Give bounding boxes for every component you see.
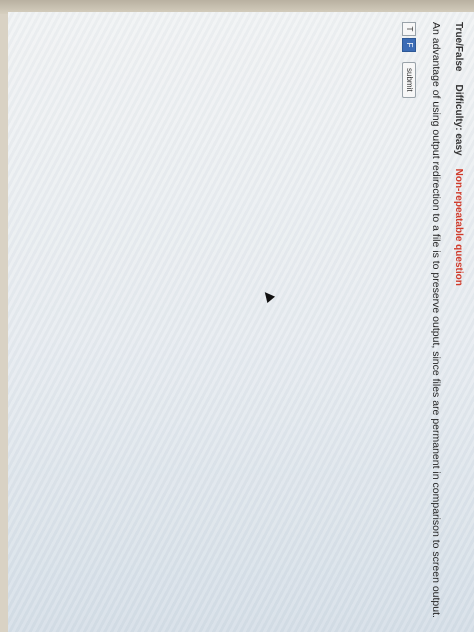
question-type: True/False <box>453 22 464 72</box>
quiz-screen: True/False Difficulty: easy Non-repeatab… <box>8 12 474 632</box>
question-meta: True/False Difficulty: easy Non-repeatab… <box>453 22 464 622</box>
false-option[interactable]: F <box>402 38 416 52</box>
non-repeatable-label: Non-repeatable question <box>453 168 464 286</box>
question-text: An advantage of using output redirection… <box>430 22 442 618</box>
submit-button[interactable]: submit <box>402 62 416 98</box>
difficulty-label: Difficulty: easy <box>453 84 464 156</box>
true-option[interactable]: T <box>402 22 416 36</box>
answer-controls: T F submit <box>402 22 416 622</box>
